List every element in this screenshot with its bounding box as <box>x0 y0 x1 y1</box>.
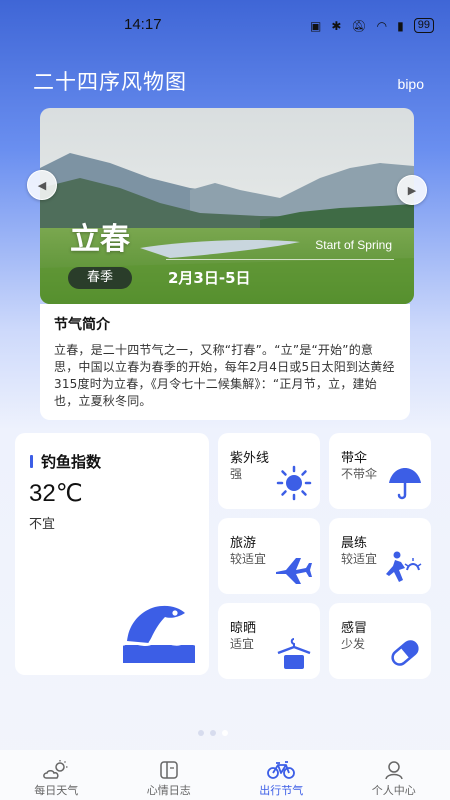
solar-term-name: 立春 <box>70 222 130 257</box>
index-card-drying[interactable]: 晾晒 适宜 <box>218 603 320 679</box>
index-title: 晾晒 <box>230 621 257 636</box>
index-title: 紫外线 <box>230 451 270 466</box>
index-card-travel[interactable]: 旅游 较适宜 <box>218 518 320 594</box>
running-icon <box>386 551 422 582</box>
page-indicator <box>198 730 228 736</box>
index-card-uv[interactable]: 紫外线 强 <box>218 433 320 509</box>
tab-label: 个人中心 <box>371 784 416 797</box>
fishing-status: 不宜 <box>29 517 56 532</box>
index-card-cold[interactable]: 感冒 少发 <box>329 603 431 679</box>
wifi-icon: ◠ <box>376 18 388 33</box>
page-dot <box>198 730 204 736</box>
index-card-umbrella[interactable]: 带伞 不带伞 <box>329 433 431 509</box>
nfc-icon: ▣ <box>310 18 322 33</box>
index-title: 感冒 <box>341 621 368 636</box>
page-dot <box>210 730 216 736</box>
index-title: 晨练 <box>341 536 368 551</box>
tab-label: 出行节气 <box>259 784 304 797</box>
prev-term-button[interactable]: ◀ <box>27 170 57 200</box>
tab-mood-journal[interactable]: 心情日志 <box>113 750 226 800</box>
journal-icon <box>160 761 178 779</box>
sun-icon <box>276 465 312 501</box>
weather-icon <box>43 760 68 779</box>
intro-text: 立春，是二十四节气之一，又称“打春”。“立”是“开始”的意思，中国以立春为春季的… <box>54 343 395 408</box>
index-value: 不带伞 <box>341 467 378 481</box>
tab-travel-terms[interactable]: 出行节气 <box>225 750 338 800</box>
signal-icon: ▮ <box>397 18 404 33</box>
index-card-exercise[interactable]: 晨练 较适宜 <box>329 518 431 594</box>
user-name[interactable]: bipo <box>398 76 424 92</box>
status-icons: ▣ ✱ 🔕︎ ◠ ▮ 99 <box>310 18 434 33</box>
index-value: 适宜 <box>230 637 255 651</box>
index-title: 带伞 <box>341 451 368 466</box>
battery-indicator: 99 <box>413 18 434 33</box>
fish-icon <box>122 605 196 663</box>
fishing-title: 钓鱼指数 <box>41 453 102 471</box>
hanger-icon <box>277 638 311 669</box>
fishing-index-card[interactable]: 钓鱼指数 32℃ 不宜 <box>15 433 209 675</box>
solar-term-english: Start of Spring <box>315 238 392 252</box>
solar-term-hero: 立春 Start of Spring 春季 2月3日-5日 <box>40 108 414 304</box>
tab-label: 心情日志 <box>146 784 191 797</box>
date-range: 2月3日-5日 <box>168 269 251 287</box>
tab-daily-weather[interactable]: 每日天气 <box>0 750 113 800</box>
title-accent-bar <box>30 455 33 468</box>
divider <box>166 259 394 260</box>
tab-label: 每日天气 <box>34 784 79 797</box>
pill-icon <box>391 640 419 666</box>
status-bar: 14:17 ▣ ✱ 🔕︎ ◠ ▮ 99 <box>0 0 450 52</box>
chevron-right-icon: ▶ <box>407 183 417 197</box>
profile-icon <box>385 761 403 780</box>
bluetooth-icon: ✱ <box>331 18 342 33</box>
season-badge: 春季 <box>68 267 132 289</box>
mute-icon: 🔕︎ <box>351 18 367 33</box>
index-title: 旅游 <box>230 536 257 551</box>
tab-profile[interactable]: 个人中心 <box>338 750 450 800</box>
temperature: 32℃ <box>29 480 83 507</box>
index-value: 少发 <box>341 637 366 651</box>
bicycle-icon <box>267 761 296 779</box>
term-intro-card: 节气简介 立春，是二十四节气之一，又称“打春”。“立”是“开始”的意思，中国以立… <box>40 304 410 420</box>
chevron-left-icon: ◀ <box>37 178 47 192</box>
bottom-tab-bar: 每日天气 心情日志 出行节气 个人中心 <box>0 750 450 800</box>
index-value: 强 <box>230 467 243 481</box>
index-value: 较适宜 <box>230 552 267 566</box>
airplane-icon <box>276 558 312 584</box>
status-time: 14:17 <box>124 16 162 33</box>
app-title: 二十四序风物图 <box>33 70 187 94</box>
umbrella-icon <box>389 468 421 500</box>
index-value: 较适宜 <box>341 552 378 566</box>
intro-title: 节气简介 <box>54 317 110 333</box>
next-term-button[interactable]: ▶ <box>397 175 427 205</box>
page-dot-active <box>222 730 228 736</box>
